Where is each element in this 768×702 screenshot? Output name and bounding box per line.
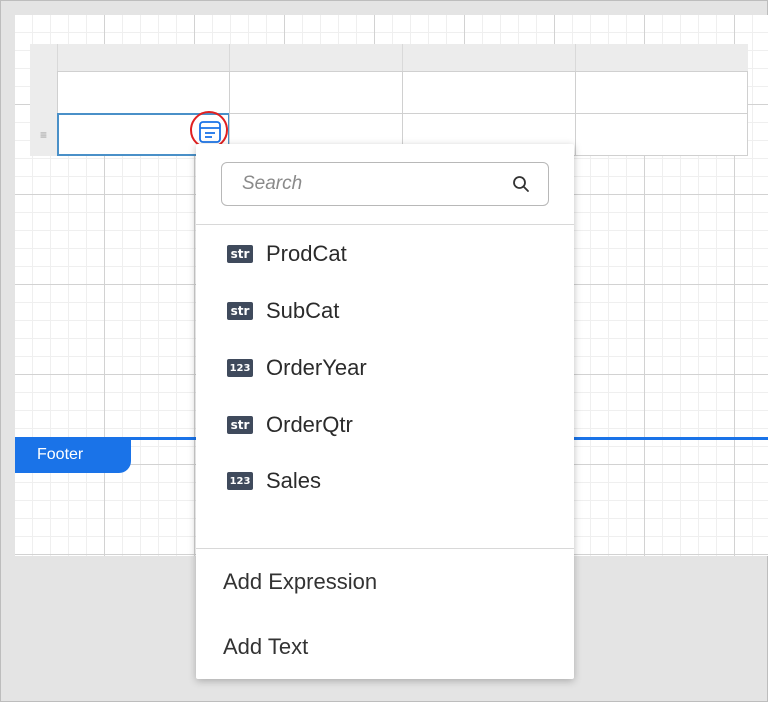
number-type-icon: 123 [227, 472, 253, 490]
search-input[interactable] [222, 163, 502, 205]
list-item-orderyear[interactable]: 123 OrderYear [196, 346, 574, 390]
table-cell[interactable] [575, 71, 748, 114]
search-icon[interactable] [512, 175, 530, 193]
column-separator [229, 44, 230, 71]
field-picker-dropdown: str ProdCat str SubCat 123 OrderYear str… [196, 144, 574, 679]
column-separator [575, 44, 576, 71]
list-item-sales[interactable]: 123 Sales [196, 459, 574, 503]
table-cell[interactable] [57, 71, 230, 114]
add-expression-label: Add Expression [223, 569, 378, 594]
list-item-subcat[interactable]: str SubCat [196, 289, 574, 333]
field-label: OrderQtr [266, 412, 353, 437]
table-row [57, 71, 748, 114]
number-type-icon: 123 [227, 359, 253, 377]
list-item-orderqtr[interactable]: str OrderQtr [196, 403, 574, 447]
table-cell[interactable] [229, 71, 403, 114]
table-cell[interactable] [575, 113, 748, 156]
table-column-header-row [30, 44, 748, 72]
column-separator [402, 44, 403, 71]
divider [196, 548, 574, 549]
divider [196, 224, 574, 225]
add-text-menu-item[interactable]: Add Text [196, 622, 574, 672]
string-type-icon: str [227, 416, 253, 434]
field-label: SubCat [266, 298, 340, 323]
footer-band-label[interactable]: Footer [15, 438, 131, 473]
add-expression-menu-item[interactable]: Add Expression [196, 557, 574, 607]
table-cell[interactable] [402, 71, 576, 114]
add-text-label: Add Text [223, 634, 309, 659]
field-label: OrderYear [266, 355, 367, 380]
row-handle-icon[interactable]: ≡ [30, 116, 57, 154]
field-label: Sales [266, 468, 322, 493]
list-item-prodcat[interactable]: str ProdCat [196, 232, 574, 276]
column-separator [57, 44, 58, 71]
footer-band-line [574, 437, 768, 440]
string-type-icon: str [227, 302, 253, 320]
search-box [221, 162, 549, 206]
field-label: ProdCat [266, 241, 347, 266]
string-type-icon: str [227, 245, 253, 263]
